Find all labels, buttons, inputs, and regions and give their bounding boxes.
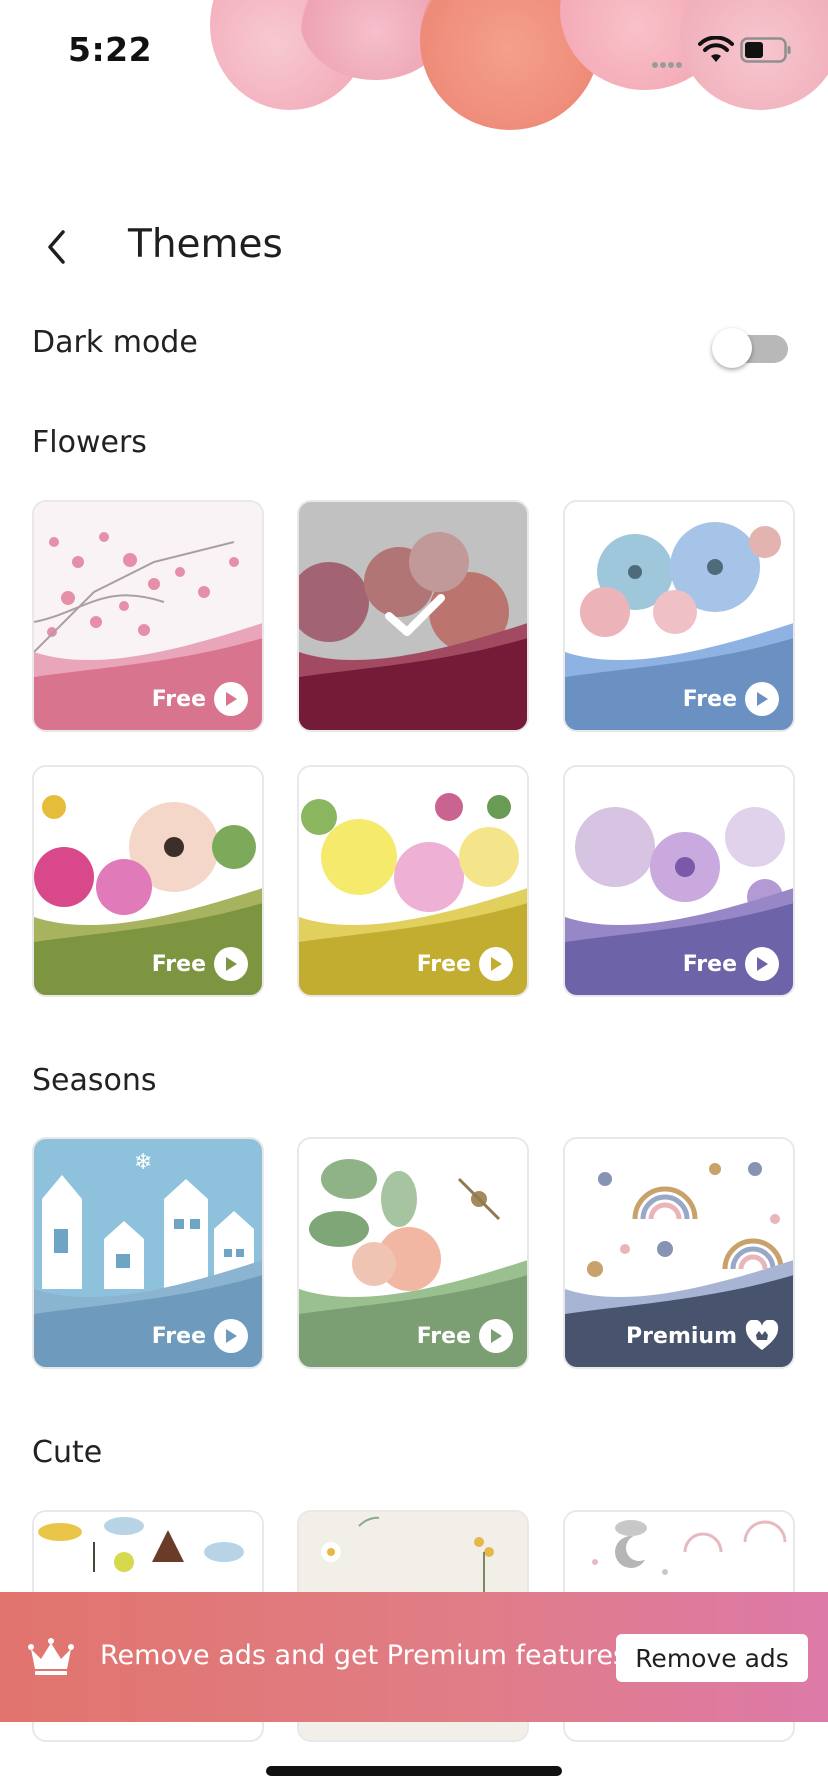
theme-card-spring-leaves[interactable]: Free [297,1137,529,1369]
back-button[interactable] [36,222,76,272]
free-badge: Free [417,1319,513,1353]
theme-card-yellow-bouquet[interactable]: Free [297,765,529,997]
check-icon [385,594,445,636]
home-indicator [266,1766,562,1776]
premium-badge: Premium [626,1319,779,1353]
dark-mode-toggle[interactable] [712,326,788,368]
theme-card-purple-bouquet[interactable]: Free [563,765,795,997]
page-title: Themes [128,222,283,267]
crown-icon [28,1638,74,1675]
chevron-left-icon [48,230,65,264]
section-title-cute: Cute [32,1435,103,1470]
heart-icon [745,1319,779,1353]
play-icon [479,947,513,981]
play-icon [479,1319,513,1353]
play-icon [745,947,779,981]
theme-card-cherry-blossom[interactable]: Free [32,500,264,732]
theme-card-winter-village[interactable]: ❄ Free [32,1137,264,1369]
svg-text:❄: ❄ [134,1150,152,1175]
wifi-icon [698,36,734,62]
battery-icon [740,37,791,63]
status-bar: 5:22 [0,0,828,100]
promo-text: Remove ads and get Premium features [100,1640,628,1671]
free-badge: Free [683,947,779,981]
free-badge: Free [152,947,248,981]
toggle-knob [712,328,752,368]
theme-card-red-poppies-selected[interactable] [297,500,529,732]
play-icon [214,682,248,716]
free-badge: Free [152,682,248,716]
section-title-flowers: Flowers [32,425,147,460]
premium-promo-banner[interactable]: Remove ads and get Premium features Remo… [0,1592,828,1722]
free-badge: Free [683,682,779,716]
signal-dots-icon [652,53,688,68]
remove-ads-button[interactable]: Remove ads [616,1634,808,1682]
play-icon [214,947,248,981]
play-icon [745,682,779,716]
play-icon [214,1319,248,1353]
theme-card-blue-watercolor[interactable]: Free [563,500,795,732]
status-time: 5:22 [68,30,153,69]
dark-mode-label: Dark mode [32,325,198,360]
section-title-seasons: Seasons [32,1063,157,1098]
theme-card-pink-bouquet[interactable]: Free [32,765,264,997]
free-badge: Free [417,947,513,981]
free-badge: Free [152,1319,248,1353]
theme-card-rainbows[interactable]: Premium [563,1137,795,1369]
